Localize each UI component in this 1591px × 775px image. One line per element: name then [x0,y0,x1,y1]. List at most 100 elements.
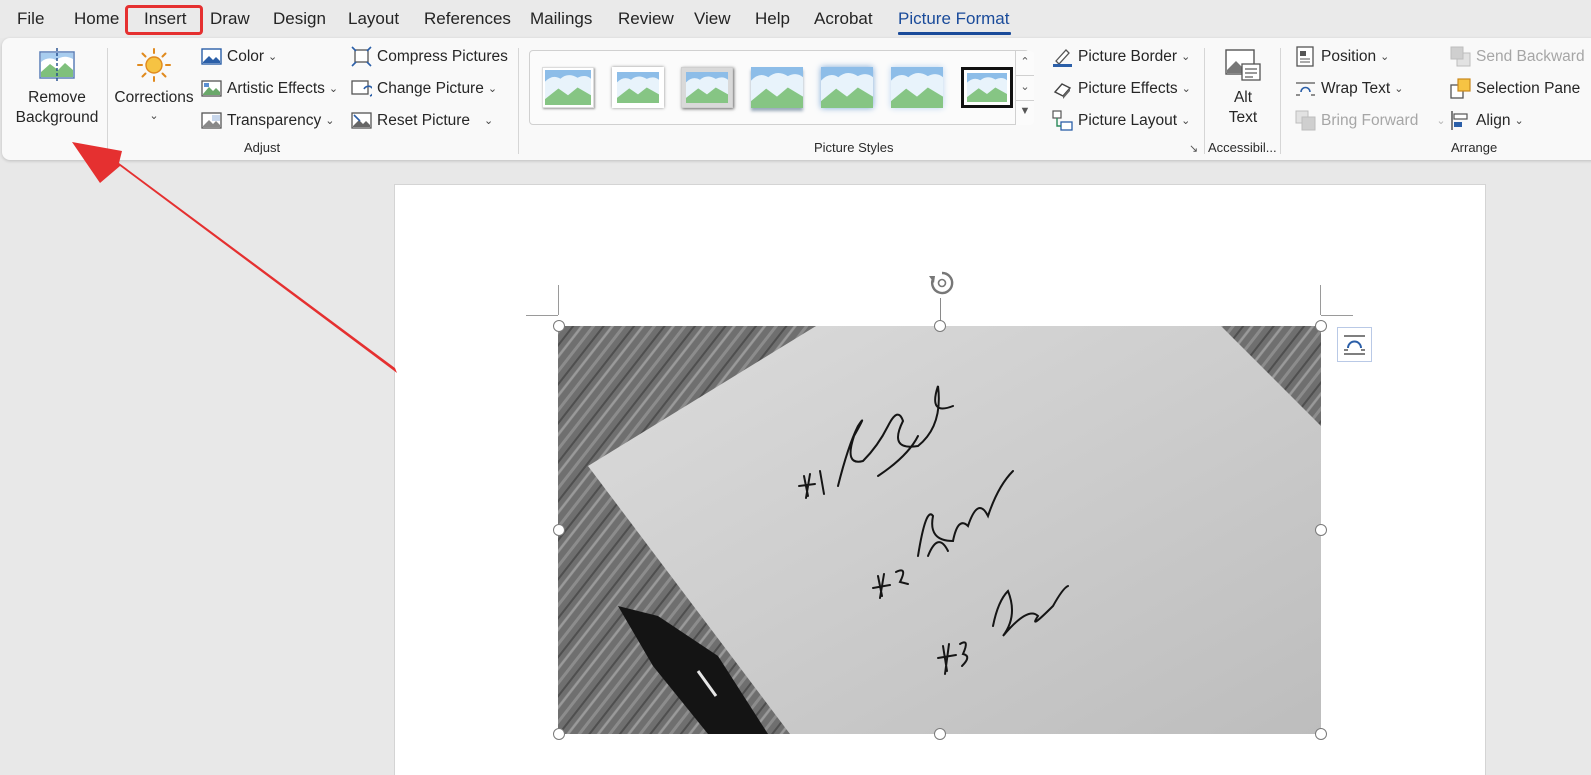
send-backward-button[interactable]: Send Backward [1450,46,1585,67]
picture-style-icon [751,67,803,108]
resize-handle-top-right[interactable] [1315,320,1327,332]
transparency-label: Transparency [227,111,322,129]
layout-options-icon [1344,335,1365,355]
tab-acrobat[interactable]: Acrobat [814,9,873,29]
color-button[interactable]: Color ⌄ [201,46,277,67]
remove-background-label-1: Remove [28,89,86,106]
tab-help[interactable]: Help [755,9,790,29]
resize-handle-left[interactable] [553,524,565,536]
picture-border-label: Picture Border [1078,47,1178,65]
crop-mark [1321,315,1353,316]
tab-home[interactable]: Home [74,9,119,29]
picture-layout-button[interactable]: Picture Layout ⌄ [1052,110,1190,131]
tab-mailings[interactable]: Mailings [530,9,592,29]
align-icon [1451,111,1468,130]
send-backward-label: Send Backward [1476,47,1585,65]
chevron-down-icon: ⌄ [484,115,494,127]
bring-forward-label: Bring Forward [1321,111,1419,129]
picture-style-icon [891,67,943,108]
rotate-handle-icon[interactable] [926,268,958,300]
tab-references[interactable]: References [424,9,511,29]
picture-style-option[interactable] [751,67,803,108]
picture-style-option[interactable] [542,67,594,108]
remove-background-icon [39,48,75,82]
resize-handle-bottom-right[interactable] [1315,728,1327,740]
gallery-scroll-up-icon[interactable]: ⌃ [1015,51,1034,75]
picture-style-option[interactable] [612,67,664,108]
menu-bar: File Home Insert Draw Design Layout Refe… [0,0,1591,38]
picture-style-option[interactable] [891,67,943,108]
picture-layout-icon [1052,110,1073,131]
picture-style-option[interactable] [821,67,873,108]
tab-picture-format[interactable]: Picture Format [898,9,1009,29]
reset-picture-button[interactable]: Reset Picture ⌄ [351,110,493,131]
picture-style-icon [821,67,873,108]
color-icon [201,48,222,65]
alt-text-icon [1225,49,1261,81]
bring-forward-icon [1295,110,1316,131]
selection-pane-label: Selection Pane [1476,79,1581,97]
resize-handle-bottom-left[interactable] [553,728,565,740]
layout-options-button[interactable] [1337,327,1372,362]
picture-layout-label: Picture Layout [1078,111,1178,129]
bring-forward-button[interactable]: Bring Forward ⌄ [1295,110,1446,131]
alt-text-button[interactable]: Alt Text [1215,48,1271,128]
picture-effects-icon [1053,83,1072,99]
divider [518,48,519,154]
transparency-button[interactable]: Transparency ⌄ [201,110,334,131]
wrap-text-icon [1296,82,1315,96]
picture-style-option[interactable] [961,67,1013,108]
align-label: Align [1476,111,1511,129]
picture-style-option[interactable] [681,67,733,108]
chevron-down-icon: ⌄ [487,83,498,95]
change-picture-icon [351,80,372,97]
picture-effects-button[interactable]: Picture Effects ⌄ [1052,78,1191,99]
gallery-scroll-down-icon[interactable]: ⌄ [1015,75,1034,100]
picture-border-button[interactable]: Picture Border ⌄ [1052,46,1190,67]
transparency-icon [201,112,222,129]
artistic-effects-icon [201,80,222,97]
chevron-down-icon: ⌄ [1181,51,1191,63]
reset-picture-icon [351,112,372,129]
chevron-down-icon: ⌄ [328,83,339,95]
picture-style-icon [617,72,659,103]
position-button[interactable]: Position ⌄ [1295,46,1389,67]
selection-pane-button[interactable]: Selection Pane [1450,78,1580,99]
chevron-down-icon: ⌄ [1181,115,1191,127]
artistic-effects-button[interactable]: Artistic Effects ⌄ [201,78,338,99]
compress-pictures-button[interactable]: Compress Pictures [351,46,508,67]
chevron-down-icon: ⌄ [1394,83,1404,95]
picture-styles-gallery [529,50,1029,125]
picture-effects-label: Picture Effects [1078,79,1178,97]
picture-border-icon [1053,49,1072,67]
resize-handle-bottom[interactable] [934,728,946,740]
remove-background-button[interactable]: Remove Background [12,48,102,128]
wrap-text-button[interactable]: Wrap Text ⌄ [1295,78,1403,99]
reset-picture-label: Reset Picture [377,111,471,129]
compress-pictures-label: Compress Pictures [377,47,508,65]
dialog-launcher-icon[interactable]: ↘ [1189,142,1198,155]
picture-style-icon [967,73,1007,102]
tab-view[interactable]: View [694,9,731,29]
tab-review[interactable]: Review [618,9,674,29]
resize-handle-top[interactable] [934,320,946,332]
change-picture-button[interactable]: Change Picture ⌄ [351,78,497,99]
tab-layout[interactable]: Layout [348,9,399,29]
resize-handle-right[interactable] [1315,524,1327,536]
selected-picture[interactable]: #1 [558,326,1321,734]
tab-design[interactable]: Design [273,9,326,29]
chevron-down-icon: ⌄ [1380,51,1390,63]
compress-pictures-icon [351,46,372,67]
accessibility-group-label: Accessibil... [1208,140,1277,155]
change-picture-label: Change Picture [377,79,484,97]
arrange-group-label: Arrange [1451,140,1498,155]
gallery-expand-icon[interactable]: ▼ [1015,100,1034,125]
resize-handle-top-left[interactable] [553,320,565,332]
tab-insert[interactable]: Insert [144,9,187,29]
crop-mark [558,285,559,315]
corrections-button[interactable]: Corrections ⌄ [114,48,194,124]
tab-file[interactable]: File [17,9,44,29]
tab-draw[interactable]: Draw [210,9,250,29]
align-button[interactable]: Align ⌄ [1450,110,1524,131]
ribbon: Remove Background Corrections ⌄ Color ⌄ A… [2,38,1591,160]
